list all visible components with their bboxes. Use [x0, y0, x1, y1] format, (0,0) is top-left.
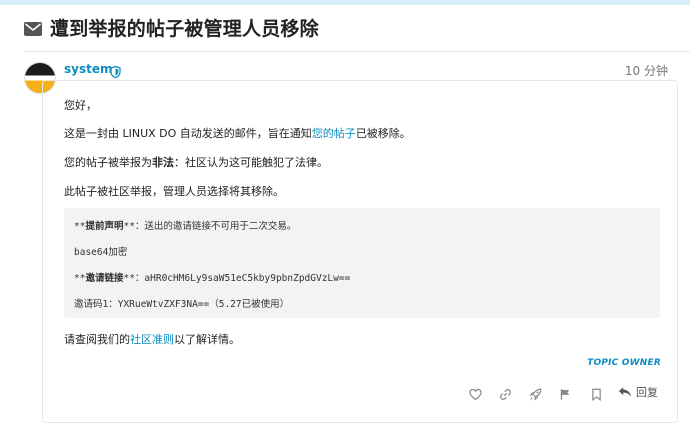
- header-divider: [24, 51, 690, 52]
- flag-button[interactable]: [557, 386, 573, 402]
- rocket-icon: [528, 388, 541, 401]
- quote-line-2: base64加密: [74, 247, 128, 258]
- quote-line-1: **提前声明**：送出的邀请链接不可用于二次交易。: [74, 218, 296, 232]
- reply-label: 回复: [636, 386, 658, 399]
- quote-line-1-suffix: **：送出的邀请链接不可用于二次交易。: [123, 221, 297, 232]
- your-post-link[interactable]: 您的帖子: [312, 127, 356, 140]
- post-timestamp[interactable]: 10 分钟: [625, 62, 668, 79]
- link-icon: [499, 388, 511, 400]
- like-button[interactable]: [467, 386, 483, 402]
- topic-header: 遭到举报的帖子被管理人员移除: [24, 14, 319, 41]
- quote-line-1-strong: 提前声明: [85, 221, 124, 232]
- reply-icon: [618, 387, 632, 397]
- quote-line-3: **邀请链接**：aHR0cHM6Ly9saW51eC5kby9pbnZpdGV…: [74, 270, 350, 284]
- quote-line-3-strong: 邀请链接: [85, 273, 124, 284]
- notice-line-2-prefix: 您的帖子被举报为: [64, 156, 152, 169]
- bookmark-button[interactable]: [588, 386, 604, 402]
- quote-line-3-suffix: **：aHR0cHM6Ly9saW51eC5kby9pbnZpdGVzLw==: [123, 273, 351, 284]
- quote-line-4: 邀请码1：YXRueWtvZXF3NA==（5.27已被使用）: [74, 299, 290, 310]
- boost-button[interactable]: [527, 386, 543, 402]
- quote-line-3-prefix: **: [74, 273, 86, 284]
- reply-button[interactable]: 回复: [618, 384, 658, 400]
- quote-line-1-prefix: **: [74, 221, 86, 232]
- envelope-icon: [24, 21, 42, 36]
- quoted-post-content: **提前声明**：送出的邀请链接不可用于二次交易。 base64加密 **邀请链…: [64, 208, 660, 318]
- post-username[interactable]: system: [64, 62, 113, 76]
- community-guidelines-link[interactable]: 社区准则: [130, 333, 174, 346]
- notice-line-3: 此帖子被社区举报，管理人员选择将其移除。: [64, 185, 284, 198]
- guidelines-line: 请查阅我们的社区准则以了解详情。: [64, 331, 240, 347]
- guidelines-suffix: 以了解详情。: [174, 333, 240, 346]
- greeting-text: 您好，: [64, 99, 97, 112]
- flag-icon: [560, 388, 569, 400]
- bookmark-icon: [591, 388, 601, 401]
- flag-reason: 非法: [152, 156, 174, 169]
- topic-owner-badge: TOPIC OWNER: [587, 358, 661, 368]
- notice-line-1-prefix: 这是一封由 LINUX DO 自动发送的邮件，旨在通知: [64, 127, 312, 140]
- notice-line-1-suffix: 已被移除。: [355, 127, 411, 140]
- guidelines-prefix: 请查阅我们的: [64, 333, 130, 346]
- notice-line-2: 您的帖子被举报为非法：社区认为这可能触犯了法律。: [64, 154, 328, 170]
- heart-icon: [468, 388, 482, 400]
- topic-title[interactable]: 遭到举报的帖子被管理人员移除: [50, 14, 319, 41]
- notice-line-2-suffix: ：社区认为这可能触犯了法律。: [174, 156, 328, 169]
- notice-line-1: 这是一封由 LINUX DO 自动发送的邮件，旨在通知您的帖子已被移除。: [64, 125, 411, 141]
- copy-link-button[interactable]: [497, 386, 513, 402]
- shield-icon: [110, 63, 121, 79]
- top-banner-strip: [0, 0, 690, 5]
